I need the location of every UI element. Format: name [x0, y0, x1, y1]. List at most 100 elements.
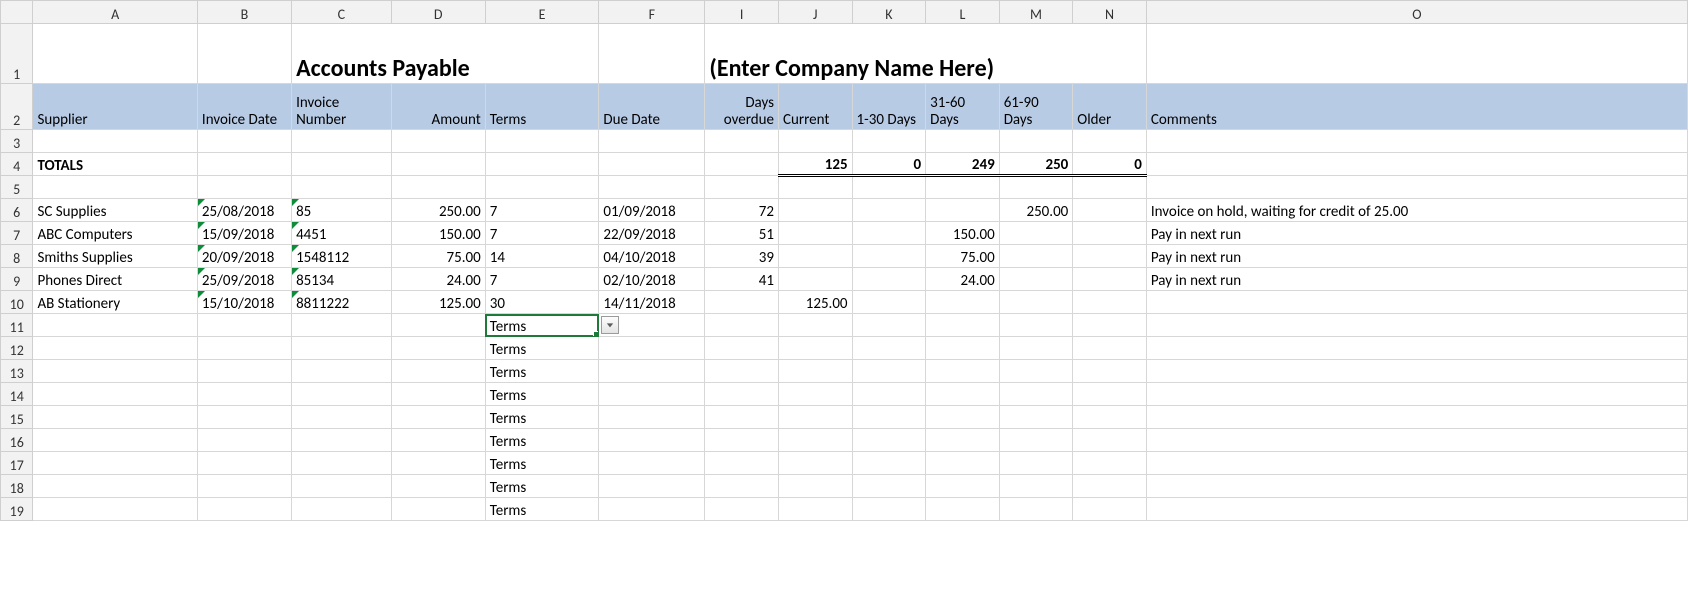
- cell-61-90[interactable]: 250.00: [999, 199, 1073, 222]
- row-header-6[interactable]: 6: [1, 199, 33, 222]
- col-header-J[interactable]: J: [778, 1, 852, 24]
- cell-invoice-date[interactable]: 20/09/2018: [197, 245, 291, 268]
- row-header-15[interactable]: 15: [1, 406, 33, 429]
- cell-terms-placeholder[interactable]: Terms: [485, 498, 599, 521]
- cell-B1[interactable]: [197, 24, 291, 84]
- row-header-5[interactable]: 5: [1, 176, 33, 199]
- cell-supplier[interactable]: AB Stationery: [33, 291, 197, 314]
- cell-due-date[interactable]: 22/09/2018: [599, 222, 705, 245]
- row-header-17[interactable]: 17: [1, 452, 33, 475]
- cell-terms[interactable]: 30: [485, 291, 599, 314]
- cell-comments[interactable]: Pay in next run: [1146, 268, 1687, 291]
- cell-days-overdue[interactable]: 72: [705, 199, 779, 222]
- cell-amount[interactable]: 150.00: [391, 222, 485, 245]
- cell-terms-placeholder[interactable]: Terms: [485, 452, 599, 475]
- cell-days-overdue[interactable]: [705, 291, 779, 314]
- cell-1-30[interactable]: [852, 245, 926, 268]
- cell-1-30[interactable]: [852, 291, 926, 314]
- cell-61-90[interactable]: [999, 291, 1073, 314]
- cell-due-date[interactable]: 04/10/2018: [599, 245, 705, 268]
- header-amount[interactable]: Amount: [391, 84, 485, 130]
- cell-days-overdue[interactable]: 41: [705, 268, 779, 291]
- totals-older[interactable]: 0: [1073, 153, 1147, 176]
- cell-31-60[interactable]: 24.00: [926, 268, 1000, 291]
- cell-A1[interactable]: [33, 24, 197, 84]
- cell-older[interactable]: [1073, 199, 1147, 222]
- select-all-corner[interactable]: [1, 1, 33, 24]
- cell-61-90[interactable]: [999, 222, 1073, 245]
- cell-current[interactable]: [778, 268, 852, 291]
- cell-1-30[interactable]: [852, 199, 926, 222]
- row-header-16[interactable]: 16: [1, 429, 33, 452]
- cell-terms-placeholder[interactable]: Terms: [485, 383, 599, 406]
- cell-current[interactable]: [778, 199, 852, 222]
- cell-31-60[interactable]: 75.00: [926, 245, 1000, 268]
- col-header-A[interactable]: A: [33, 1, 197, 24]
- header-days-overdue[interactable]: Days overdue: [705, 84, 779, 130]
- col-header-I[interactable]: I: [705, 1, 779, 24]
- cell-due-date[interactable]: 14/11/2018: [599, 291, 705, 314]
- cell-older[interactable]: [1073, 222, 1147, 245]
- totals-31-60[interactable]: 249: [926, 153, 1000, 176]
- cell-comments[interactable]: Invoice on hold, waiting for credit of 2…: [1146, 199, 1687, 222]
- totals-current[interactable]: 125: [778, 153, 852, 176]
- row-header-12[interactable]: 12: [1, 337, 33, 360]
- row-header-11[interactable]: 11: [1, 314, 33, 337]
- header-31-60-days[interactable]: 31-60 Days: [926, 84, 1000, 130]
- cell-61-90[interactable]: [999, 268, 1073, 291]
- col-header-O[interactable]: O: [1146, 1, 1687, 24]
- cell-invoice-number[interactable]: 85134: [292, 268, 392, 291]
- cell-supplier[interactable]: Smiths Supplies: [33, 245, 197, 268]
- cell-O1[interactable]: [1146, 24, 1687, 84]
- row-header-2[interactable]: 2: [1, 84, 33, 130]
- col-header-K[interactable]: K: [852, 1, 926, 24]
- cell-terms[interactable]: 7: [485, 199, 599, 222]
- col-header-C[interactable]: C: [292, 1, 392, 24]
- row-header-3[interactable]: 3: [1, 130, 33, 153]
- cell-supplier[interactable]: ABC Computers: [33, 222, 197, 245]
- cell-invoice-number[interactable]: 4451: [292, 222, 392, 245]
- cell-amount[interactable]: 75.00: [391, 245, 485, 268]
- row-header-1[interactable]: 1: [1, 24, 33, 84]
- company-name-title[interactable]: (Enter Company Name Here): [705, 24, 1146, 84]
- cell-invoice-date[interactable]: 15/10/2018: [197, 291, 291, 314]
- cell-1-30[interactable]: [852, 268, 926, 291]
- cell-terms-placeholder[interactable]: Terms: [485, 429, 599, 452]
- header-invoice-date[interactable]: Invoice Date: [197, 84, 291, 130]
- header-61-90-days[interactable]: 61-90 Days: [999, 84, 1073, 130]
- cell-due-date[interactable]: 02/10/2018: [599, 268, 705, 291]
- cell-31-60[interactable]: [926, 291, 1000, 314]
- header-1-30-days[interactable]: 1-30 Days: [852, 84, 926, 130]
- cell-31-60[interactable]: 150.00: [926, 222, 1000, 245]
- cell-61-90[interactable]: [999, 245, 1073, 268]
- cell-invoice-number[interactable]: 8811222: [292, 291, 392, 314]
- cell-terms-placeholder[interactable]: Terms: [485, 360, 599, 383]
- row-header-9[interactable]: 9: [1, 268, 33, 291]
- data-validation-dropdown-button[interactable]: [601, 316, 619, 334]
- cell-invoice-number[interactable]: 85: [292, 199, 392, 222]
- cell-terms-placeholder[interactable]: Terms: [485, 406, 599, 429]
- cell-amount[interactable]: 24.00: [391, 268, 485, 291]
- col-header-M[interactable]: M: [999, 1, 1073, 24]
- header-comments[interactable]: Comments: [1146, 84, 1687, 130]
- cell-terms[interactable]: 14: [485, 245, 599, 268]
- header-supplier[interactable]: Supplier: [33, 84, 197, 130]
- col-header-B[interactable]: B: [197, 1, 291, 24]
- cell-comments[interactable]: Pay in next run: [1146, 245, 1687, 268]
- totals-label[interactable]: TOTALS: [33, 153, 197, 176]
- row-header-7[interactable]: 7: [1, 222, 33, 245]
- col-header-L[interactable]: L: [926, 1, 1000, 24]
- col-header-E[interactable]: E: [485, 1, 599, 24]
- spreadsheet-grid[interactable]: A B C D E F I J K L M N O 1 Accounts Pay…: [0, 0, 1688, 521]
- cell-older[interactable]: [1073, 245, 1147, 268]
- cell-amount[interactable]: 250.00: [391, 199, 485, 222]
- cell-invoice-date[interactable]: 25/09/2018: [197, 268, 291, 291]
- sheet-title[interactable]: Accounts Payable: [292, 24, 599, 84]
- cell-terms[interactable]: 7: [485, 268, 599, 291]
- header-current[interactable]: Current: [778, 84, 852, 130]
- cell-comments[interactable]: Pay in next run: [1146, 222, 1687, 245]
- cell-F1[interactable]: [599, 24, 705, 84]
- col-header-F[interactable]: F: [599, 1, 705, 24]
- row-header-19[interactable]: 19: [1, 498, 33, 521]
- cell-supplier[interactable]: Phones Direct: [33, 268, 197, 291]
